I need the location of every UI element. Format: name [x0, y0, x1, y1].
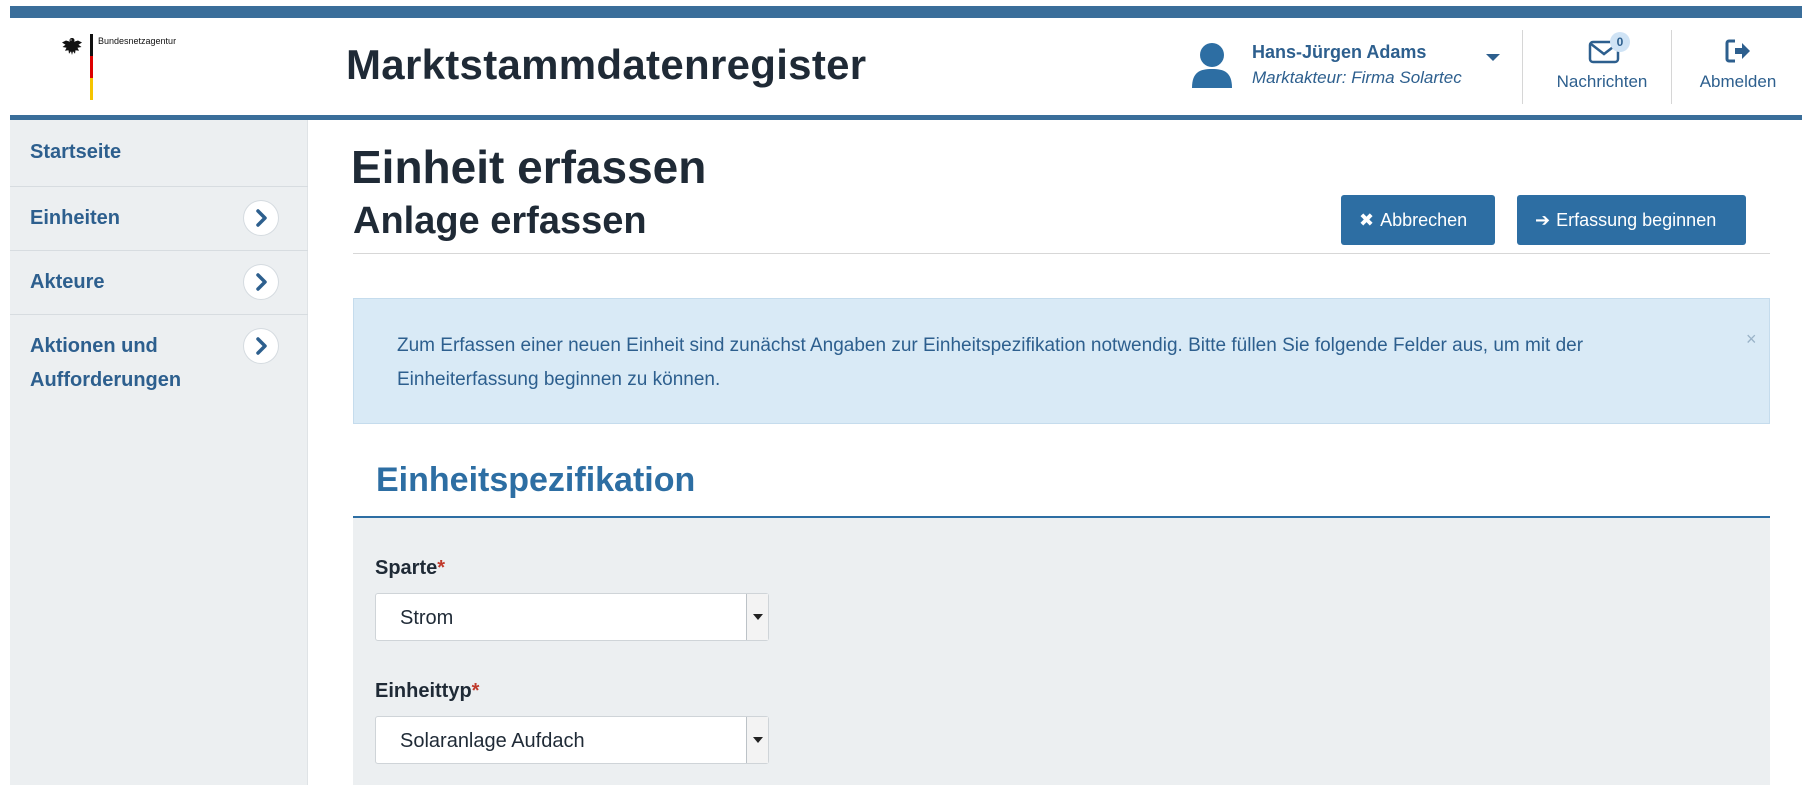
sidebar: Startseite Einheiten Akteure Aktionen un… — [10, 120, 308, 785]
logout-button[interactable]: Abmelden — [1688, 36, 1788, 92]
page-subtitle: Anlage erfassen — [353, 200, 647, 242]
sidebar-item-akteure[interactable]: Akteure — [10, 251, 308, 315]
cancel-button[interactable]: ✖ Abbrechen — [1341, 195, 1495, 245]
cancel-button-label: Abbrechen — [1380, 210, 1468, 230]
required-marker: * — [437, 557, 446, 579]
header-divider — [1671, 30, 1672, 104]
page-title: Einheit erfassen — [351, 141, 707, 193]
sidebar-item-label: Startseite — [30, 141, 122, 163]
times-icon: ✖ — [1359, 210, 1375, 230]
chevron-down-icon[interactable] — [746, 594, 768, 640]
eagle-icon — [62, 38, 82, 55]
agency-name: Bundesnetzagentur — [98, 36, 177, 46]
unit-specification-section: Einheitspezifikation Sparte* Strom Einhe… — [353, 445, 1770, 785]
logout-label: Abmelden — [1699, 72, 1777, 91]
top-accent-bar — [10, 6, 1802, 18]
einheittyp-select[interactable]: Solaranlage Aufdach — [375, 716, 769, 764]
sidebar-item-label: Aktionen und — [30, 335, 158, 357]
sparte-label: Sparte* — [375, 557, 446, 579]
sidebar-item-aktionen[interactable]: Aktionen und Aufforderungen — [10, 315, 308, 415]
einheittyp-select-value: Solaranlage Aufdach — [400, 730, 585, 752]
info-alert: Zum Erfassen einer neuen Einheit sind zu… — [353, 298, 1770, 424]
sidebar-item-einheiten[interactable]: Einheiten — [10, 187, 308, 251]
close-icon[interactable]: × — [1746, 329, 1757, 350]
sidebar-item-label: Akteure — [30, 271, 105, 293]
chevron-right-icon[interactable] — [244, 329, 278, 363]
header: Bundesnetzagentur Marktstammdatenregiste… — [10, 18, 1802, 115]
info-alert-text: Zum Erfassen einer neuen Einheit sind zu… — [397, 335, 1584, 390]
section-header: Einheitspezifikation — [353, 445, 1770, 518]
start-capture-button[interactable]: ➔ Erfassung beginnen — [1517, 195, 1746, 245]
header-divider — [1522, 30, 1523, 104]
messages-button[interactable]: 0 Nachrichten — [1546, 32, 1658, 92]
start-capture-button-label: Erfassung beginnen — [1556, 210, 1717, 230]
section-title: Einheitspezifikation — [376, 461, 696, 499]
chevron-right-icon[interactable] — [244, 265, 278, 299]
page: Bundesnetzagentur Marktstammdatenregiste… — [10, 0, 1802, 785]
app-title[interactable]: Marktstammdatenregister — [346, 41, 866, 89]
user-menu[interactable]: Hans-Jürgen Adams Marktakteur: Firma Sol… — [1180, 38, 1510, 98]
agency-logo[interactable]: Bundesnetzagentur — [60, 34, 260, 104]
sign-out-icon — [1725, 39, 1750, 63]
flag-stripe — [90, 34, 93, 100]
required-marker: * — [471, 680, 480, 702]
sidebar-item-startseite[interactable]: Startseite — [10, 120, 308, 187]
user-role: Marktakteur: Firma Solartec — [1252, 68, 1462, 87]
sidebar-item-label: Einheiten — [30, 207, 121, 229]
sidebar-item-label-line2: Aufforderungen — [30, 369, 182, 391]
chevron-down-icon[interactable] — [1486, 54, 1500, 61]
arrow-right-icon: ➔ — [1535, 210, 1551, 230]
user-icon — [1192, 43, 1232, 88]
messages-label: Nachrichten — [1556, 72, 1648, 91]
user-name[interactable]: Hans-Jürgen Adams — [1252, 42, 1426, 63]
sparte-select-value: Strom — [400, 607, 454, 629]
einheittyp-label: Einheittyp* — [375, 680, 480, 702]
chevron-right-icon[interactable] — [244, 201, 278, 235]
chevron-down-icon[interactable] — [746, 717, 768, 763]
title-divider — [353, 253, 1770, 254]
messages-count-badge: 0 — [1610, 32, 1630, 52]
sparte-select[interactable]: Strom — [375, 593, 769, 641]
